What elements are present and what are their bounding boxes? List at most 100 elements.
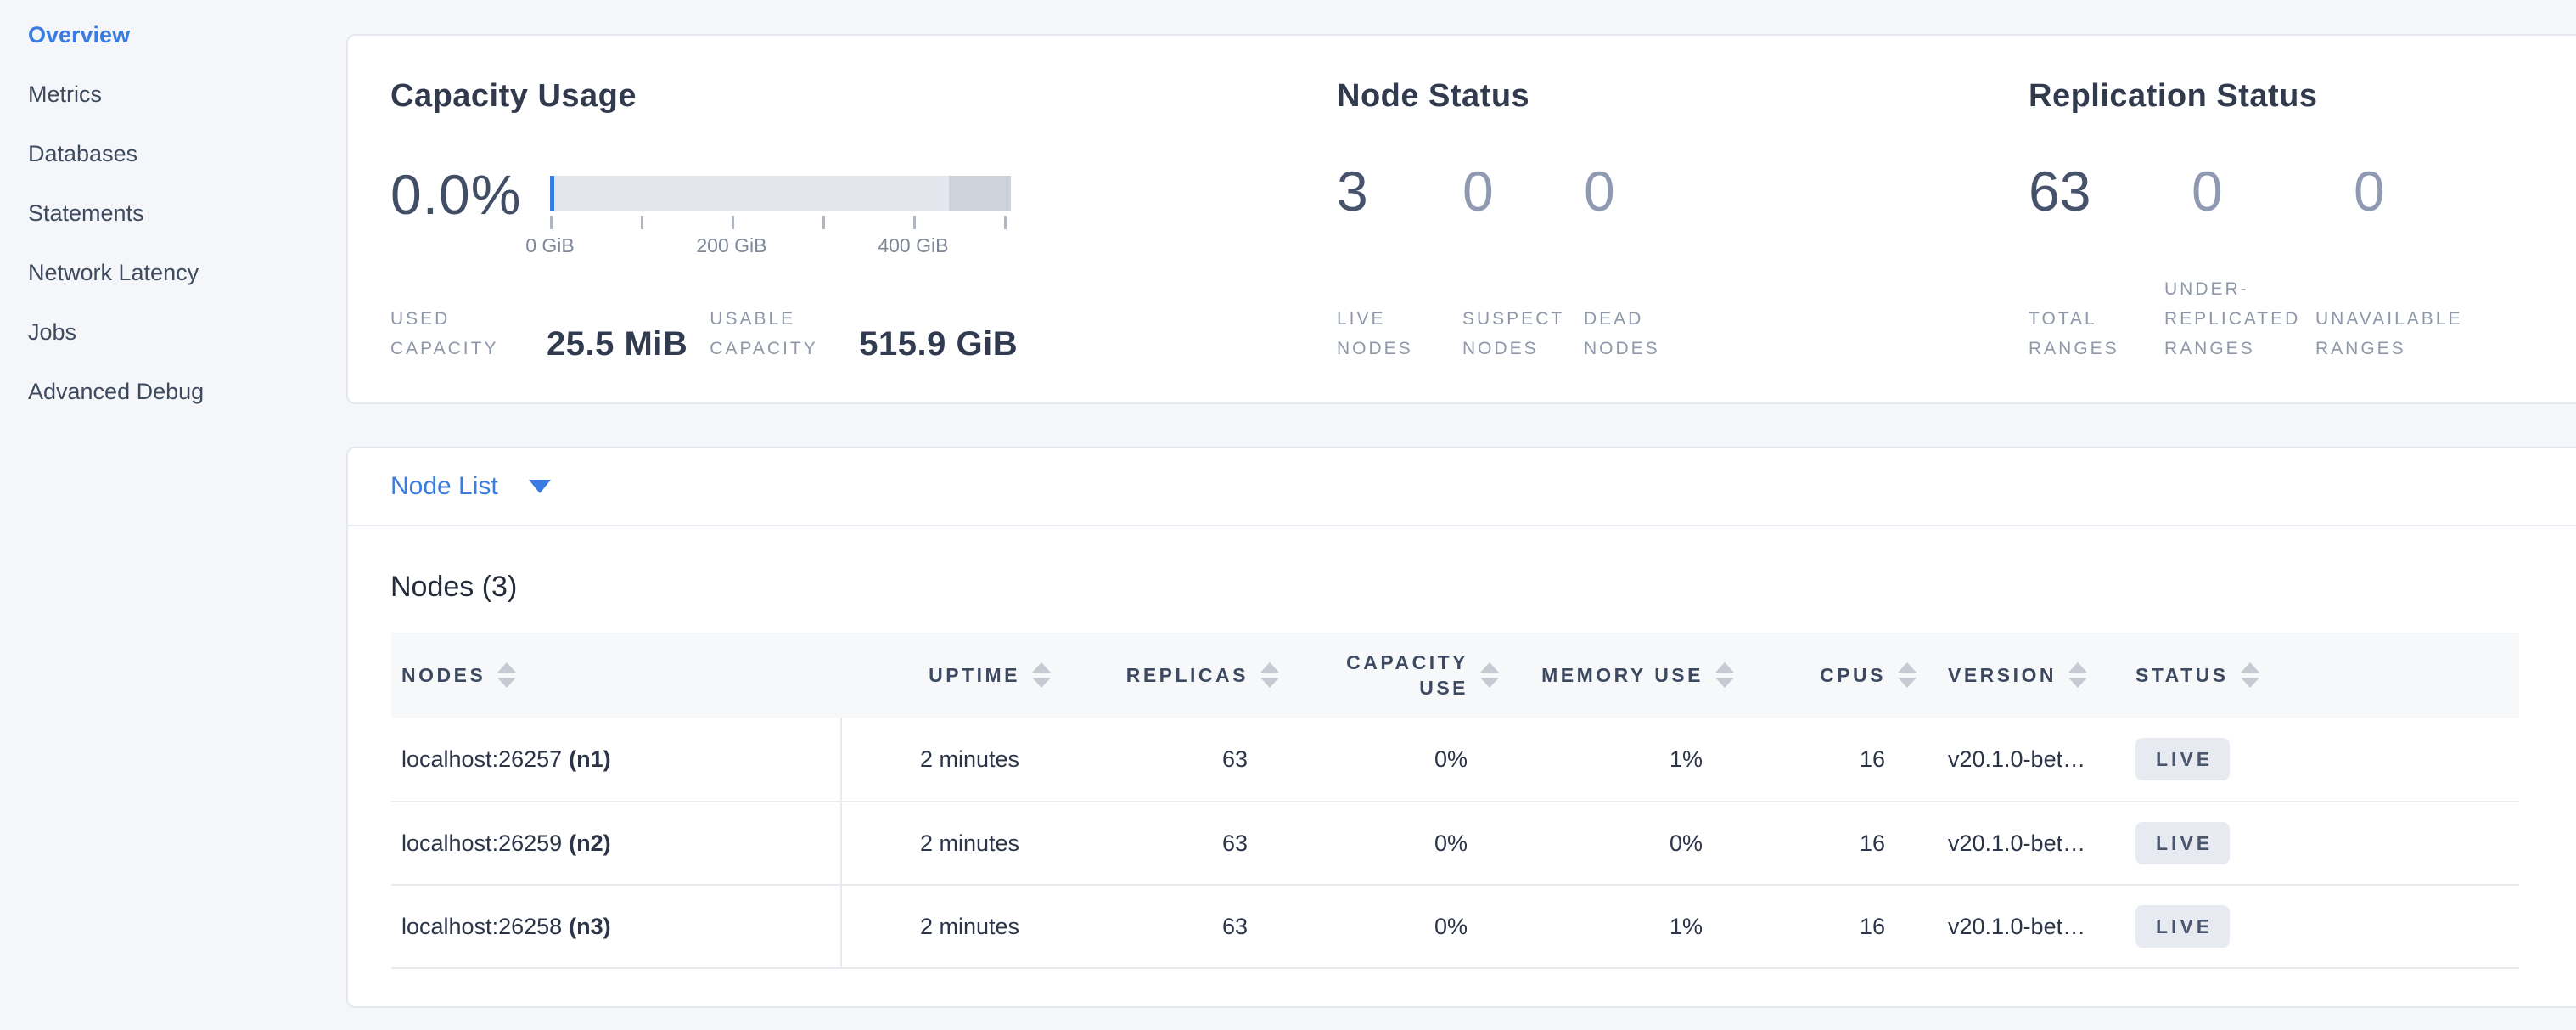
usable-capacity-value: 515.9 GiB — [859, 325, 1018, 363]
status-cell: LIVE — [2134, 905, 2519, 948]
node-id: (n2) — [569, 830, 611, 857]
node-status-labels: LIVE NODES SUSPECT NODES DEAD NODES — [1337, 304, 2029, 363]
memory-use-cell: 1% — [1499, 746, 1734, 773]
node-address: localhost:26258 — [401, 914, 562, 940]
capacity-gauge: 0 GiB 200 GiB 400 GiB — [550, 176, 1011, 260]
uptime-cell: 2 minutes — [842, 914, 1051, 940]
dead-nodes-label: DEAD NODES — [1584, 304, 1720, 363]
header-cpus[interactable]: CPUS — [1734, 662, 1917, 688]
sidebar-item-statements[interactable]: Statements — [28, 183, 346, 243]
capacity-metrics: USED CAPACITY 25.5 MiB USABLE CAPACITY 5… — [390, 304, 1337, 363]
sort-icon — [1260, 662, 1279, 688]
unavailable-label: UNAVAILABLE RANGES — [2315, 304, 2498, 363]
status-badge: LIVE — [2135, 822, 2230, 864]
status-badge: LIVE — [2135, 738, 2230, 780]
replication-values: 63 0 0 — [2029, 159, 2557, 223]
header-replicas[interactable]: REPLICAS — [1051, 662, 1279, 688]
header-capacity-use[interactable]: CAPACITY USE — [1279, 650, 1499, 701]
header-nodes[interactable]: NODES — [391, 662, 842, 688]
status-cell: LIVE — [2134, 822, 2519, 864]
nodes-heading: Nodes (3) — [390, 571, 2576, 604]
node-status-title: Node Status — [1337, 78, 2029, 115]
header-version[interactable]: VERSION — [1917, 662, 2134, 688]
node-address: localhost:26259 — [401, 830, 562, 857]
view-selector-bar: Node List — [348, 448, 2576, 526]
axis-label-200gib: 200 GiB — [696, 234, 766, 257]
sort-icon — [1032, 662, 1051, 688]
node-list-dropdown[interactable]: Node List — [390, 472, 551, 501]
axis-label-400gib: 400 GiB — [878, 234, 948, 257]
suspect-nodes-count: 0 — [1462, 159, 1584, 223]
header-replicas-label: REPLICAS — [1126, 664, 1249, 687]
node-address-cell[interactable]: localhost:26258 (n3) — [391, 886, 842, 967]
header-status[interactable]: STATUS — [2134, 662, 2519, 688]
version-cell: v20.1.0-bet… — [1917, 830, 2134, 857]
table-row[interactable]: localhost:26257 (n1) 2 minutes 63 0% 1% … — [391, 718, 2519, 801]
capacity-usage-section: Capacity Usage 0.0% — [390, 78, 1337, 363]
sort-icon — [1715, 662, 1734, 688]
memory-use-cell: 0% — [1499, 830, 1734, 857]
header-nodes-label: NODES — [401, 664, 485, 687]
replicas-cell: 63 — [1051, 746, 1279, 773]
node-address-cell[interactable]: localhost:26259 (n2) — [391, 802, 842, 884]
used-capacity-label: USED CAPACITY — [390, 304, 533, 363]
main-content: Capacity Usage 0.0% — [346, 0, 2576, 1030]
header-status-label: STATUS — [2135, 664, 2229, 687]
live-nodes-count: 3 — [1337, 159, 1462, 223]
capacity-axis-ticks — [550, 216, 1011, 229]
cpus-cell: 16 — [1734, 830, 1917, 857]
sort-icon — [1480, 662, 1499, 688]
table-row[interactable]: localhost:26259 (n2) 2 minutes 63 0% 0% … — [391, 801, 2519, 884]
total-ranges-label: TOTAL RANGES — [2029, 304, 2164, 363]
sidebar-item-jobs[interactable]: Jobs — [28, 302, 346, 362]
capacity-usage-title: Capacity Usage — [390, 78, 1337, 115]
status-cell: LIVE — [2134, 738, 2519, 780]
capacity-gauge-bar — [550, 176, 1011, 211]
nodes-table: NODES UPTIME REPLICAS CAPACITY USE — [391, 633, 2519, 969]
sidebar-item-databases[interactable]: Databases — [28, 124, 346, 183]
chevron-down-icon — [529, 480, 551, 493]
status-badge: LIVE — [2135, 905, 2230, 948]
node-address-cell[interactable]: localhost:26257 (n1) — [391, 718, 842, 801]
used-capacity-metric: USED CAPACITY 25.5 MiB — [390, 304, 687, 363]
uptime-cell: 2 minutes — [842, 830, 1051, 857]
usable-capacity-label: USABLE CAPACITY — [710, 304, 845, 363]
under-replicated-count: 0 — [2192, 159, 2354, 223]
sidebar-item-overview[interactable]: Overview — [28, 5, 346, 65]
capacity-axis-labels: 0 GiB 200 GiB 400 GiB — [550, 234, 1011, 260]
sort-icon — [2241, 662, 2259, 688]
capacity-percent: 0.0% — [390, 162, 550, 227]
sidebar: Overview Metrics Databases Statements Ne… — [0, 0, 346, 1030]
under-replicated-label: UNDER-REPLICATED RANGES — [2164, 274, 2315, 363]
node-id: (n3) — [569, 914, 611, 940]
sidebar-item-advanced-debug[interactable]: Advanced Debug — [28, 362, 346, 421]
header-uptime-label: UPTIME — [929, 664, 1020, 687]
node-status-values: 3 0 0 — [1337, 159, 2029, 223]
sort-icon — [2068, 662, 2087, 688]
capacity-gauge-row: 0.0% — [390, 162, 1337, 260]
sidebar-item-metrics[interactable]: Metrics — [28, 65, 346, 124]
uptime-cell: 2 minutes — [842, 746, 1051, 773]
sidebar-item-network-latency[interactable]: Network Latency — [28, 243, 346, 302]
capacity-use-cell: 0% — [1279, 914, 1499, 940]
dead-nodes-count: 0 — [1584, 159, 1762, 223]
node-address: localhost:26257 — [401, 746, 562, 773]
used-capacity-value: 25.5 MiB — [547, 325, 687, 363]
version-cell: v20.1.0-bet… — [1917, 746, 2134, 773]
capacity-used-segment — [550, 176, 554, 211]
header-memory-use-label: MEMORY USE — [1541, 664, 1703, 687]
header-memory-use[interactable]: MEMORY USE — [1499, 662, 1734, 688]
cluster-summary-card: Capacity Usage 0.0% — [346, 34, 2576, 404]
usable-capacity-metric: USABLE CAPACITY 515.9 GiB — [710, 304, 1018, 363]
header-capacity-use-label: CAPACITY USE — [1328, 650, 1468, 701]
capacity-other-segment — [949, 176, 1011, 211]
cpus-cell: 16 — [1734, 746, 1917, 773]
nodes-table-header: NODES UPTIME REPLICAS CAPACITY USE — [391, 633, 2519, 718]
header-uptime[interactable]: UPTIME — [842, 662, 1051, 688]
sort-icon — [1898, 662, 1917, 688]
suspect-nodes-label: SUSPECT NODES — [1462, 304, 1584, 363]
replication-labels: TOTAL RANGES UNDER-REPLICATED RANGES UNA… — [2029, 274, 2557, 363]
table-row[interactable]: localhost:26258 (n3) 2 minutes 63 0% 1% … — [391, 884, 2519, 967]
axis-label-0gib: 0 GiB — [525, 234, 575, 257]
node-id: (n1) — [569, 746, 611, 773]
